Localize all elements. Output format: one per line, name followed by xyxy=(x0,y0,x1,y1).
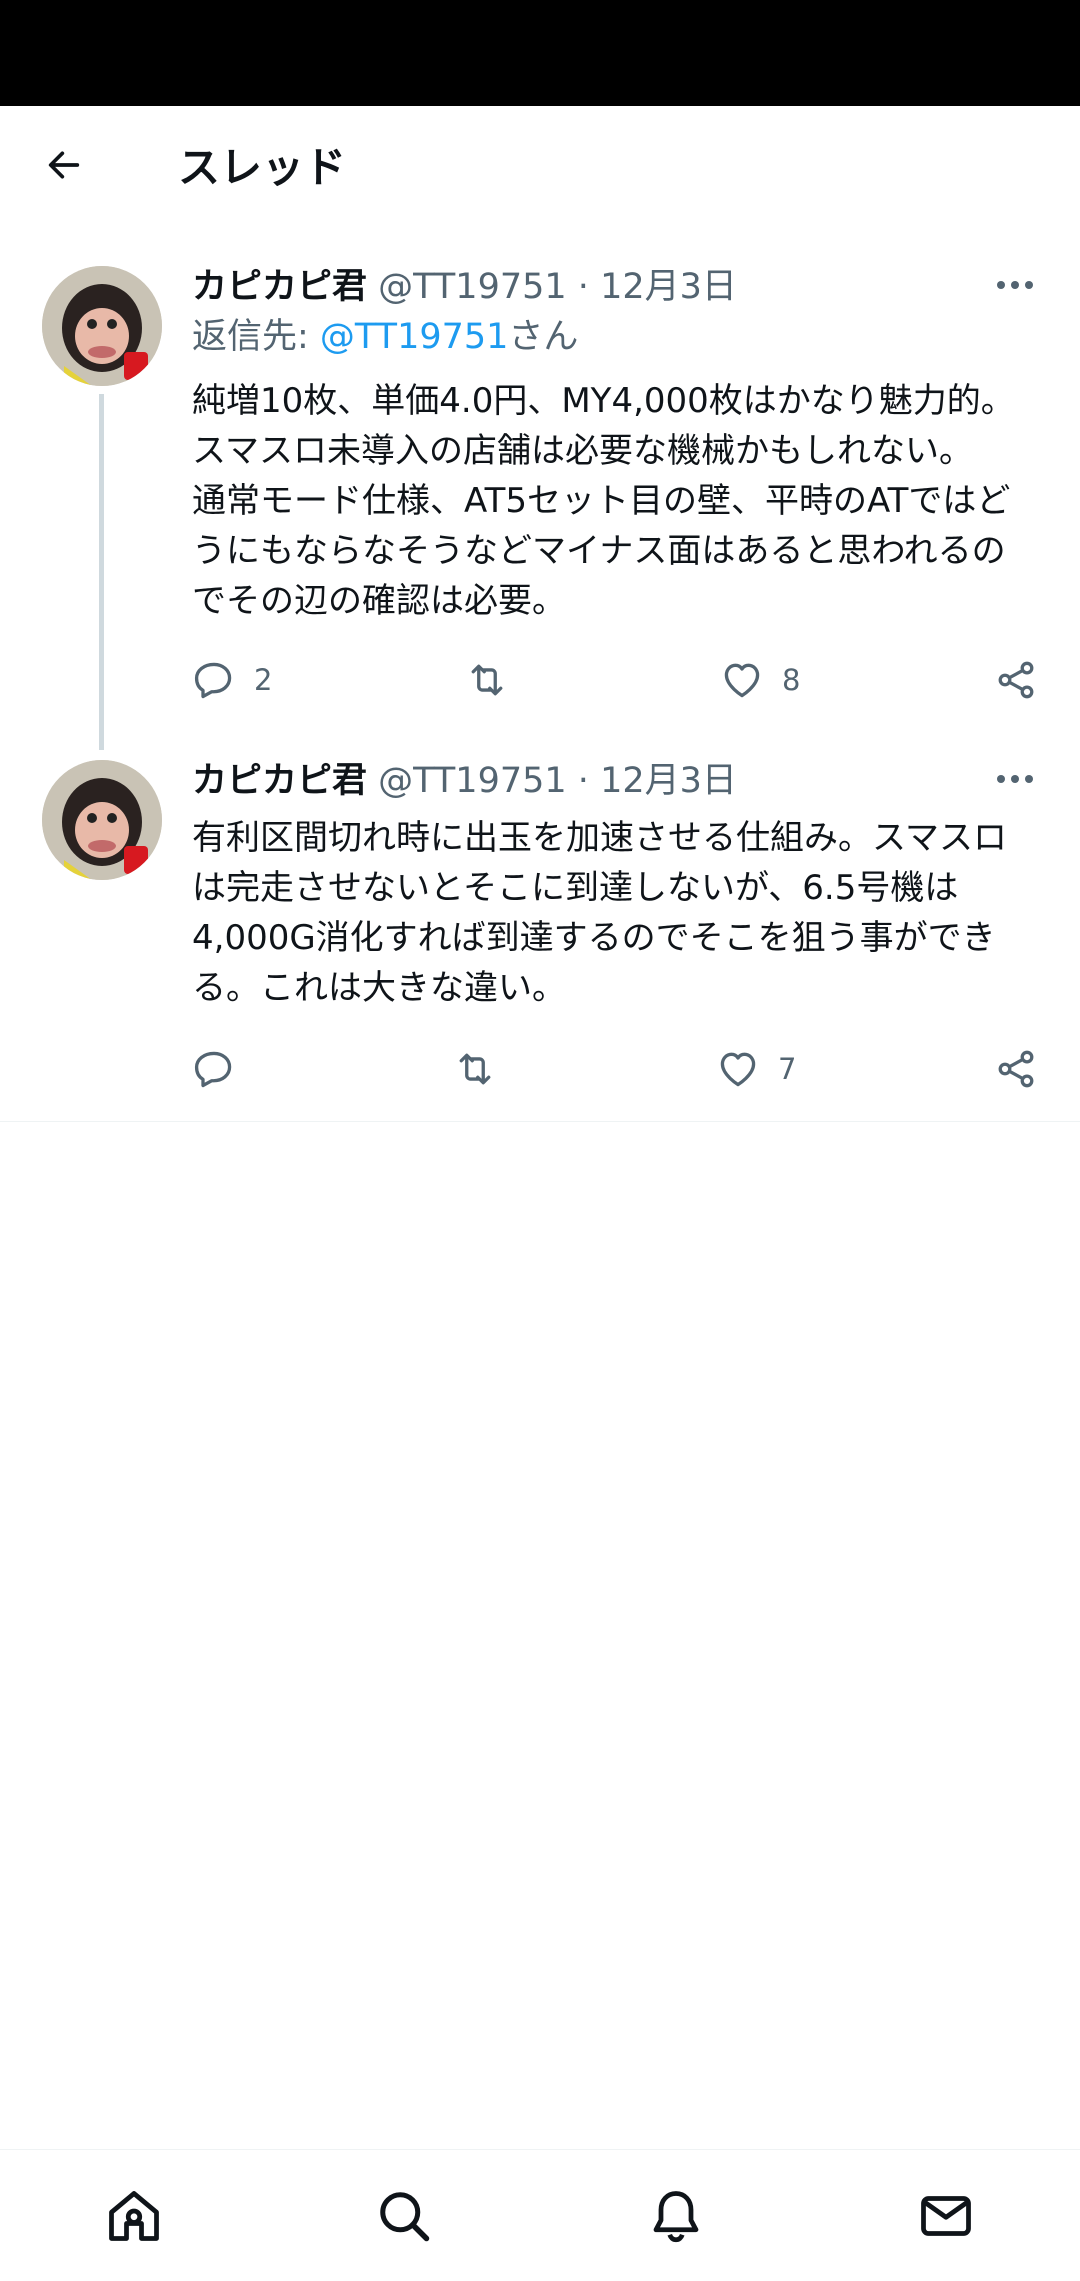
retweet-icon xyxy=(459,1053,491,1085)
separator-dot: · xyxy=(577,761,589,801)
tweet-date[interactable]: 12月3日 xyxy=(600,761,737,801)
tweet-text-line: うにもならなそうなどマイナス面はあると思われるの xyxy=(192,531,1006,571)
retweet-button[interactable] xyxy=(452,1044,498,1094)
tweet-text-line: 通常モード仕様、AT5セット目の壁、平時のATではど xyxy=(192,481,1011,521)
tweet-text-line: でその辺の確認は必要。 xyxy=(192,581,566,621)
share-icon xyxy=(998,1050,1034,1088)
tweet-text-line: る。これは大きな違い。 xyxy=(192,968,566,1008)
heart-icon xyxy=(720,1052,756,1087)
tweet[interactable]: カピカピ君 @TT19751 · 12月3日 返信先: @TT19751さん 純… xyxy=(0,262,1080,750)
avatar[interactable] xyxy=(42,266,162,386)
reply-button[interactable] xyxy=(192,1044,236,1094)
nav-home-button[interactable] xyxy=(98,2180,170,2252)
author-handle[interactable]: @TT19751 xyxy=(378,267,566,307)
tweet-text: 純増10枚、単価4.0円、MY4,000枚はかなり魅力的。 スマスロ未導入の店舗… xyxy=(192,376,1042,626)
more-horizontal-icon xyxy=(997,775,1033,783)
top-app-bar: スレッド xyxy=(0,106,1080,234)
author-handle[interactable]: @TT19751 xyxy=(378,761,566,801)
reply-button[interactable]: 2 xyxy=(192,655,272,705)
tweet-text-line: 有利区間切れ時に出玉を加速させる仕組み。スマスロ xyxy=(192,818,1007,858)
replying-to-suffix: さん xyxy=(508,317,579,357)
search-icon xyxy=(380,2192,430,2242)
tweet-text-line: スマスロ未導入の店舗は必要な機械かもしれない。 xyxy=(192,431,973,471)
retweet-button[interactable] xyxy=(464,655,510,705)
more-horizontal-icon xyxy=(997,281,1033,289)
like-count: 7 xyxy=(778,1052,797,1086)
thread-connector-line xyxy=(99,394,104,750)
nav-search-button[interactable] xyxy=(368,2180,440,2252)
arrow-left-icon xyxy=(48,151,80,179)
reply-icon xyxy=(194,1051,232,1088)
tweet-header: カピカピ君 @TT19751 · 12月3日 xyxy=(192,262,737,312)
share-button[interactable] xyxy=(994,1044,1038,1094)
nav-messages-button[interactable] xyxy=(910,2180,982,2252)
author-name[interactable]: カピカピ君 xyxy=(192,761,367,801)
replying-to: 返信先: @TT19751さん xyxy=(192,312,578,362)
status-bar xyxy=(0,0,1080,106)
page-title: スレッド xyxy=(178,143,347,192)
envelope-icon xyxy=(921,2196,971,2236)
tweet-date[interactable]: 12月3日 xyxy=(600,267,737,307)
retweet-icon xyxy=(471,664,503,696)
tweet-text-line: 純増10枚、単価4.0円、MY4,000枚はかなり魅力的。 xyxy=(192,381,1015,421)
divider xyxy=(0,1121,1080,1122)
mention-link[interactable]: @TT19751 xyxy=(320,317,508,357)
replying-to-prefix: 返信先: xyxy=(192,317,320,357)
like-button[interactable]: 7 xyxy=(716,1044,796,1094)
tweet[interactable]: カピカピ君 @TT19751 · 12月3日 有利区間切れ時に出玉を加速させる仕… xyxy=(0,756,1080,1121)
nav-notifications-button[interactable] xyxy=(640,2180,712,2252)
avatar-image xyxy=(42,266,162,386)
bell-icon xyxy=(653,2191,699,2243)
like-count: 8 xyxy=(782,663,801,697)
reply-icon xyxy=(194,662,232,699)
share-icon xyxy=(998,661,1034,699)
home-icon xyxy=(109,2191,159,2241)
separator-dot: · xyxy=(577,267,589,307)
bottom-navigation xyxy=(0,2149,1080,2281)
tweet-header: カピカピ君 @TT19751 · 12月3日 xyxy=(192,756,737,806)
tweet-text: 有利区間切れ時に出玉を加速させる仕組み。スマスロ は完走させないとそこに到達しな… xyxy=(192,813,1042,1013)
tweet-text-line: は完走させないとそこに到達しないが、6.5号機は xyxy=(192,868,959,908)
tweet-text-line: 4,000G消化すれば到達するのでそこを狙う事ができ xyxy=(192,918,996,958)
heart-icon xyxy=(724,663,760,698)
back-button[interactable] xyxy=(30,131,98,199)
author-name[interactable]: カピカピ君 xyxy=(192,267,367,307)
share-button[interactable] xyxy=(994,655,1038,705)
avatar[interactable] xyxy=(42,760,162,880)
avatar-image xyxy=(42,760,162,880)
reply-count: 2 xyxy=(254,663,273,697)
more-options-button[interactable] xyxy=(990,270,1040,300)
like-button[interactable]: 8 xyxy=(720,655,800,705)
more-options-button[interactable] xyxy=(990,764,1040,794)
